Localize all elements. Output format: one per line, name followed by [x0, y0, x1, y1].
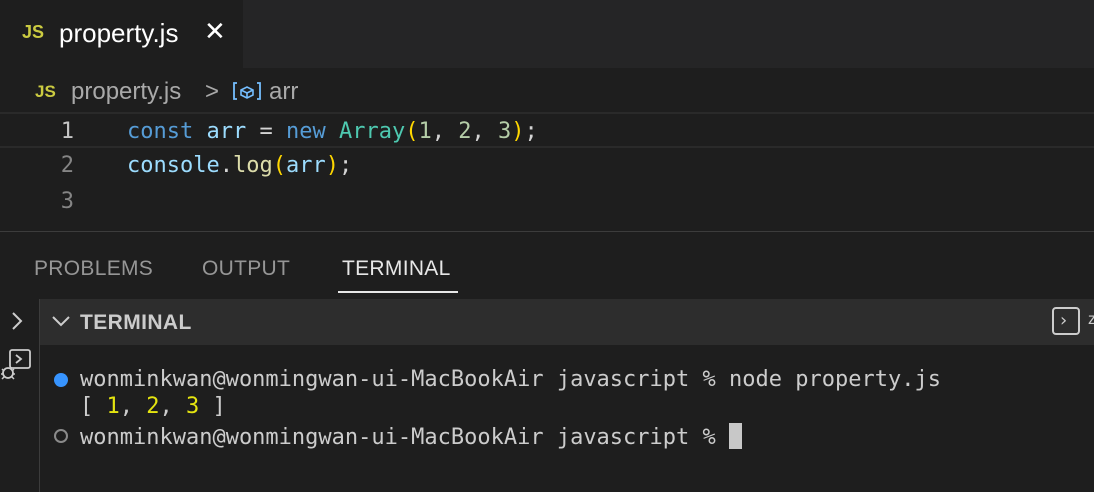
terminal-side-strip — [0, 299, 40, 492]
line-number: 3 — [60, 189, 74, 214]
command-pending-icon[interactable] — [54, 429, 68, 443]
code-editor[interactable]: 1 const arr = new Array(1, 2, 3); 2 cons… — [0, 110, 1094, 232]
debug-terminal-icon[interactable] — [0, 347, 34, 383]
tab-property-js[interactable]: JS property.js ✕ — [0, 0, 243, 68]
overflow-glyph: z — [1088, 311, 1094, 328]
javascript-file-icon: JS — [35, 82, 56, 101]
tab-problems[interactable]: PROBLEMS — [34, 257, 153, 281]
code-line[interactable]: 2 console.log(arr); — [0, 148, 1094, 184]
code-text: const arr = new Array(1, 2, 3); — [127, 119, 538, 144]
code-line[interactable]: 3 — [0, 184, 1094, 220]
terminal-cursor — [729, 423, 743, 449]
javascript-file-icon: JS — [22, 22, 45, 42]
breadcrumb-file[interactable]: property.js — [71, 78, 181, 106]
code-text: console.log(arr); — [127, 153, 353, 178]
breadcrumb: JS property.js > arr — [0, 70, 1094, 110]
terminal-output[interactable]: wonminkwan@wonmingwan-ui-MacBookAir java… — [40, 345, 1094, 492]
panel-tab-bar: PROBLEMS OUTPUT TERMINAL — [0, 232, 1094, 298]
editor-tab-bar: JS property.js ✕ — [0, 0, 1094, 68]
command-success-icon[interactable] — [54, 373, 68, 387]
line-number: 2 — [60, 153, 74, 178]
launch-profile-button[interactable]: › — [1052, 307, 1080, 335]
terminal-output-line: [ 1, 2, 3 ] — [80, 394, 226, 419]
terminal-prompt-line[interactable]: wonminkwan@wonmingwan-ui-MacBookAir java… — [80, 423, 743, 450]
code-line[interactable]: 1 const arr = new Array(1, 2, 3); — [0, 112, 1094, 148]
chevron-right-icon[interactable] — [8, 309, 26, 333]
line-number: 1 — [60, 119, 74, 144]
chevron-right-icon: > — [205, 78, 220, 105]
terminal-line: wonminkwan@wonmingwan-ui-MacBookAir java… — [80, 367, 941, 392]
chevron-down-icon[interactable] — [50, 308, 72, 334]
breadcrumb-symbol[interactable]: arr — [269, 78, 298, 106]
tab-terminal[interactable]: TERMINAL — [342, 257, 451, 281]
variable-symbol-icon — [233, 82, 261, 100]
terminal-header: TERMINAL › z — [40, 299, 1094, 345]
chevron-right-icon: › — [1060, 310, 1068, 331]
terminal-title: TERMINAL — [80, 311, 192, 334]
active-tab-indicator — [338, 291, 458, 293]
close-icon[interactable]: ✕ — [204, 18, 226, 44]
tab-output[interactable]: OUTPUT — [202, 257, 290, 281]
tab-label: property.js — [59, 18, 179, 48]
